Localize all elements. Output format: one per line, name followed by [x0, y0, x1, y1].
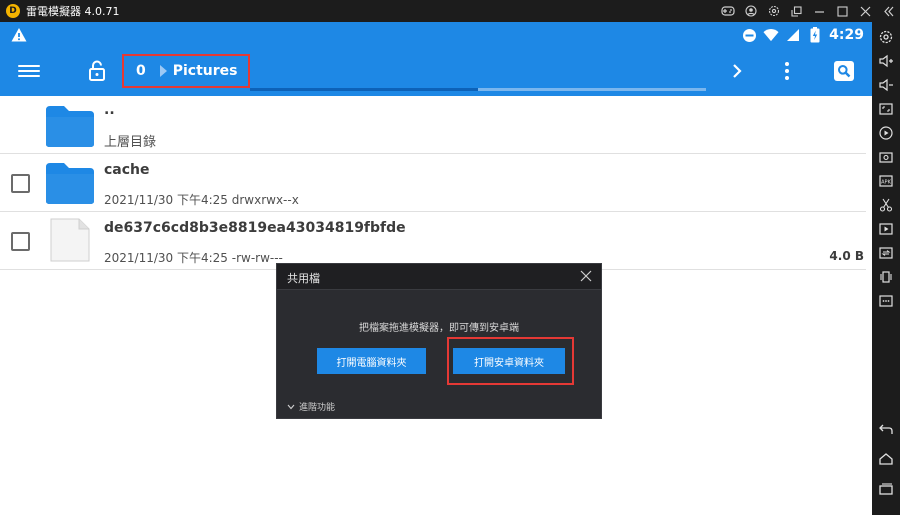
- maximize-icon[interactable]: [831, 0, 854, 22]
- file-name: cache: [104, 162, 150, 178]
- select-checkbox[interactable]: [11, 174, 30, 193]
- more-vert-icon[interactable]: [778, 60, 796, 82]
- app-logo: D: [6, 4, 20, 18]
- app-title: 雷電模擬器 4.0.71: [26, 5, 120, 18]
- close-icon[interactable]: [579, 269, 593, 283]
- breadcrumb[interactable]: 0 Pictures: [122, 54, 250, 88]
- video-play-icon[interactable]: [876, 220, 896, 238]
- dialog-header: 共用檔: [277, 264, 601, 290]
- breadcrumb-separator-icon: [159, 65, 167, 77]
- status-time: 4:29: [829, 27, 864, 43]
- signal-icon: [785, 27, 801, 43]
- emulator-sidebar: APK: [872, 22, 900, 515]
- shake-icon[interactable]: [876, 268, 896, 286]
- warning-icon: [11, 28, 27, 42]
- svg-text:APK: APK: [881, 180, 891, 186]
- chevron-right-icon[interactable]: [728, 61, 746, 81]
- file-meta: 2021/11/30 下午4:25 drwxrwx--x: [104, 193, 299, 207]
- search-icon: [838, 65, 851, 78]
- settings-gear-icon[interactable]: [876, 28, 896, 46]
- breadcrumb-root[interactable]: 0: [136, 63, 146, 79]
- dialog-hint: 把檔案拖進模擬器，即可傳到安卓端: [359, 323, 519, 334]
- file-icon: [50, 218, 90, 262]
- screenshot-icon[interactable]: [876, 148, 896, 166]
- folder-icon: [46, 163, 94, 204]
- parent-dir-name: ..: [104, 102, 115, 118]
- progress-fill: [250, 88, 478, 91]
- advanced-label: 進階功能: [299, 403, 336, 413]
- restore-icon[interactable]: [785, 0, 808, 22]
- scissors-icon[interactable]: [876, 196, 896, 214]
- unlock-icon[interactable]: [88, 60, 106, 82]
- select-checkbox[interactable]: [11, 232, 30, 251]
- search-button[interactable]: [834, 61, 854, 81]
- status-bar: 4:29: [0, 22, 872, 48]
- back-icon[interactable]: [876, 420, 896, 438]
- user-icon[interactable]: [739, 0, 762, 22]
- home-icon[interactable]: [876, 450, 896, 468]
- volume-up-icon[interactable]: [876, 52, 896, 70]
- dialog-title: 共用檔: [287, 272, 320, 285]
- advanced-toggle[interactable]: 進階功能: [287, 400, 335, 413]
- menu-icon[interactable]: [18, 62, 40, 82]
- more-icon[interactable]: [876, 292, 896, 310]
- title-bar: D 雷電模擬器 4.0.71: [0, 0, 900, 22]
- settings-icon[interactable]: [762, 0, 785, 22]
- list-item[interactable]: cache 2021/11/30 下午4:25 drwxrwx--x: [0, 154, 866, 212]
- collapse-icon[interactable]: [877, 0, 900, 22]
- title-controls: [716, 0, 900, 22]
- file-size: 4.0 B: [829, 249, 864, 263]
- app-bar: 0 Pictures: [0, 48, 872, 96]
- list-item-parent-dir[interactable]: .. 上層目錄: [0, 96, 866, 154]
- open-android-folder-button[interactable]: 打開安卓資料夾: [453, 348, 565, 374]
- apk-install-icon[interactable]: APK: [876, 172, 896, 190]
- emulator-window: D 雷電模擬器 4.0.71 4:29 0 Pictures .. 上層目錄 c…: [0, 0, 900, 515]
- battery-charging-icon: [807, 27, 823, 43]
- close-icon[interactable]: [854, 0, 877, 22]
- list-item[interactable]: de637c6cd8b3e8819ea43034819fbfde 2021/11…: [0, 212, 866, 270]
- do-not-disturb-icon: [741, 27, 757, 43]
- wifi-icon: [763, 27, 779, 43]
- sync-icon[interactable]: [876, 244, 896, 262]
- recent-apps-icon[interactable]: [876, 480, 896, 498]
- record-icon[interactable]: [876, 124, 896, 142]
- open-pc-folder-button[interactable]: 打開電腦資料夾: [317, 348, 426, 374]
- volume-down-icon[interactable]: [876, 76, 896, 94]
- folder-icon: [46, 106, 94, 147]
- gamepad-icon[interactable]: [716, 0, 739, 22]
- file-meta: 2021/11/30 下午4:25 -rw-rw---: [104, 251, 283, 265]
- screen-resize-icon[interactable]: [876, 100, 896, 118]
- status-icons: 4:29: [741, 22, 864, 48]
- file-name: de637c6cd8b3e8819ea43034819fbfde: [104, 220, 406, 236]
- file-list: .. 上層目錄 cache 2021/11/30 下午4:25 drwxrwx-…: [0, 96, 872, 270]
- minimize-icon[interactable]: [808, 0, 831, 22]
- breadcrumb-current[interactable]: Pictures: [173, 63, 238, 79]
- share-file-dialog: 共用檔 把檔案拖進模擬器，即可傳到安卓端 打開電腦資料夾 打開安卓資料夾 進階功…: [276, 263, 602, 419]
- parent-dir-label: 上層目錄: [104, 135, 157, 150]
- chevron-down-icon: [287, 404, 295, 409]
